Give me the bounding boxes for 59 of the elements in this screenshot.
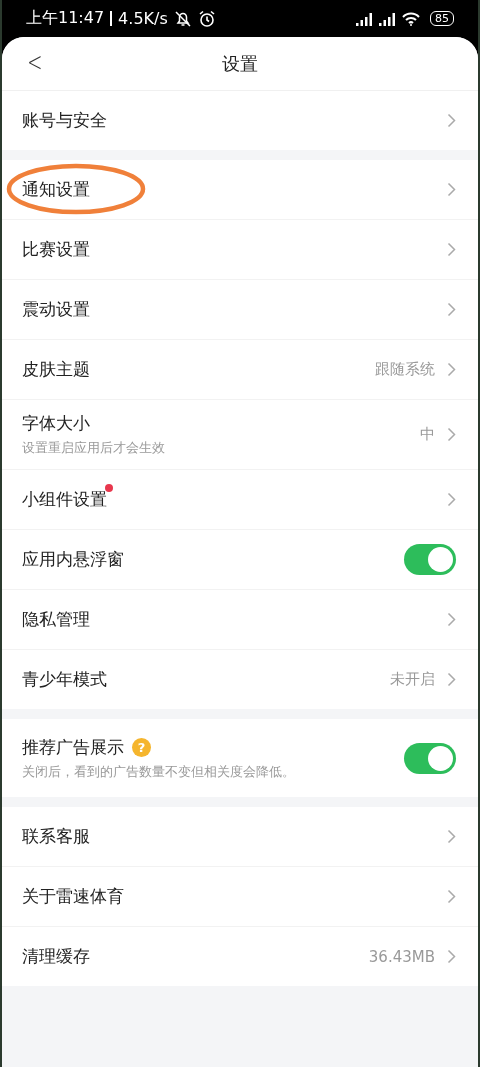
row-label: 通知设置 [22, 178, 90, 201]
row-label: 小组件设置 [22, 488, 107, 511]
settings-row[interactable]: 字体大小 设置重启应用后才会生效 中 [2, 400, 478, 470]
chevron-right-icon [447, 302, 456, 317]
settings-row[interactable]: 应用内悬浮窗 [2, 530, 478, 590]
row-label: 字体大小 [22, 412, 90, 435]
row-value: 跟随系统 [375, 360, 435, 379]
toggle-switch[interactable] [404, 544, 456, 575]
settings-row[interactable]: 清理缓存 36.43MB [2, 927, 478, 986]
row-label: 震动设置 [22, 298, 90, 321]
row-value: 未开启 [390, 670, 435, 689]
chevron-right-icon [447, 362, 456, 377]
row-label: 关于雷速体育 [22, 885, 124, 908]
divider-bar [110, 11, 113, 26]
chevron-right-icon [447, 949, 456, 964]
row-label: 比赛设置 [22, 238, 90, 261]
chevron-right-icon [447, 829, 456, 844]
row-label: 皮肤主题 [22, 358, 90, 381]
row-label: 清理缓存 [22, 945, 90, 968]
bell-off-icon [173, 9, 192, 28]
alarm-icon [197, 9, 216, 28]
chevron-right-icon [447, 612, 456, 627]
chevron-right-icon [447, 182, 456, 197]
row-description: 设置重启应用后才会生效 [22, 440, 165, 457]
row-label: 隐私管理 [22, 608, 90, 631]
settings-row[interactable]: 震动设置 [2, 280, 478, 340]
row-label: 账号与安全 [22, 109, 107, 132]
back-button[interactable]: < [27, 47, 43, 77]
settings-row[interactable]: 关于雷速体育 [2, 867, 478, 927]
settings-row[interactable]: 通知设置 [2, 160, 478, 220]
page-title: 设置 [222, 51, 258, 76]
settings-row[interactable]: 账号与安全 [2, 91, 478, 150]
settings-row[interactable]: 推荐广告展示 ? 关闭后，看到的广告数量不变但相关度会降低。 [2, 719, 478, 797]
settings-row[interactable]: 青少年模式 未开启 [2, 650, 478, 709]
network-speed: 4.5K/s [118, 9, 168, 28]
signal-icon [379, 11, 396, 26]
row-label: 应用内悬浮窗 [22, 548, 124, 571]
status-time: 上午11:47 [26, 8, 105, 29]
settings-row[interactable]: 比赛设置 [2, 220, 478, 280]
row-value: 36.43MB [368, 947, 435, 966]
chevron-right-icon [447, 113, 456, 128]
settings-row[interactable]: 联系客服 [2, 807, 478, 867]
battery-indicator: 85 [430, 11, 454, 26]
settings-row[interactable]: 皮肤主题 跟随系统 [2, 340, 478, 400]
chevron-right-icon [447, 492, 456, 507]
row-value: 中 [420, 425, 435, 444]
row-label: 联系客服 [22, 825, 90, 848]
chevron-right-icon [447, 427, 456, 442]
settings-row[interactable]: 小组件设置 [2, 470, 478, 530]
toggle-switch[interactable] [404, 742, 456, 774]
row-label: 青少年模式 [22, 668, 107, 691]
settings-row[interactable]: 隐私管理 [2, 590, 478, 650]
chevron-right-icon [447, 242, 456, 257]
chevron-right-icon [447, 672, 456, 687]
signal-icon [356, 11, 373, 26]
wifi-icon [402, 11, 420, 26]
chevron-right-icon [447, 889, 456, 904]
row-description: 关闭后，看到的广告数量不变但相关度会降低。 [22, 763, 295, 781]
row-label: 推荐广告展示 [22, 735, 124, 759]
